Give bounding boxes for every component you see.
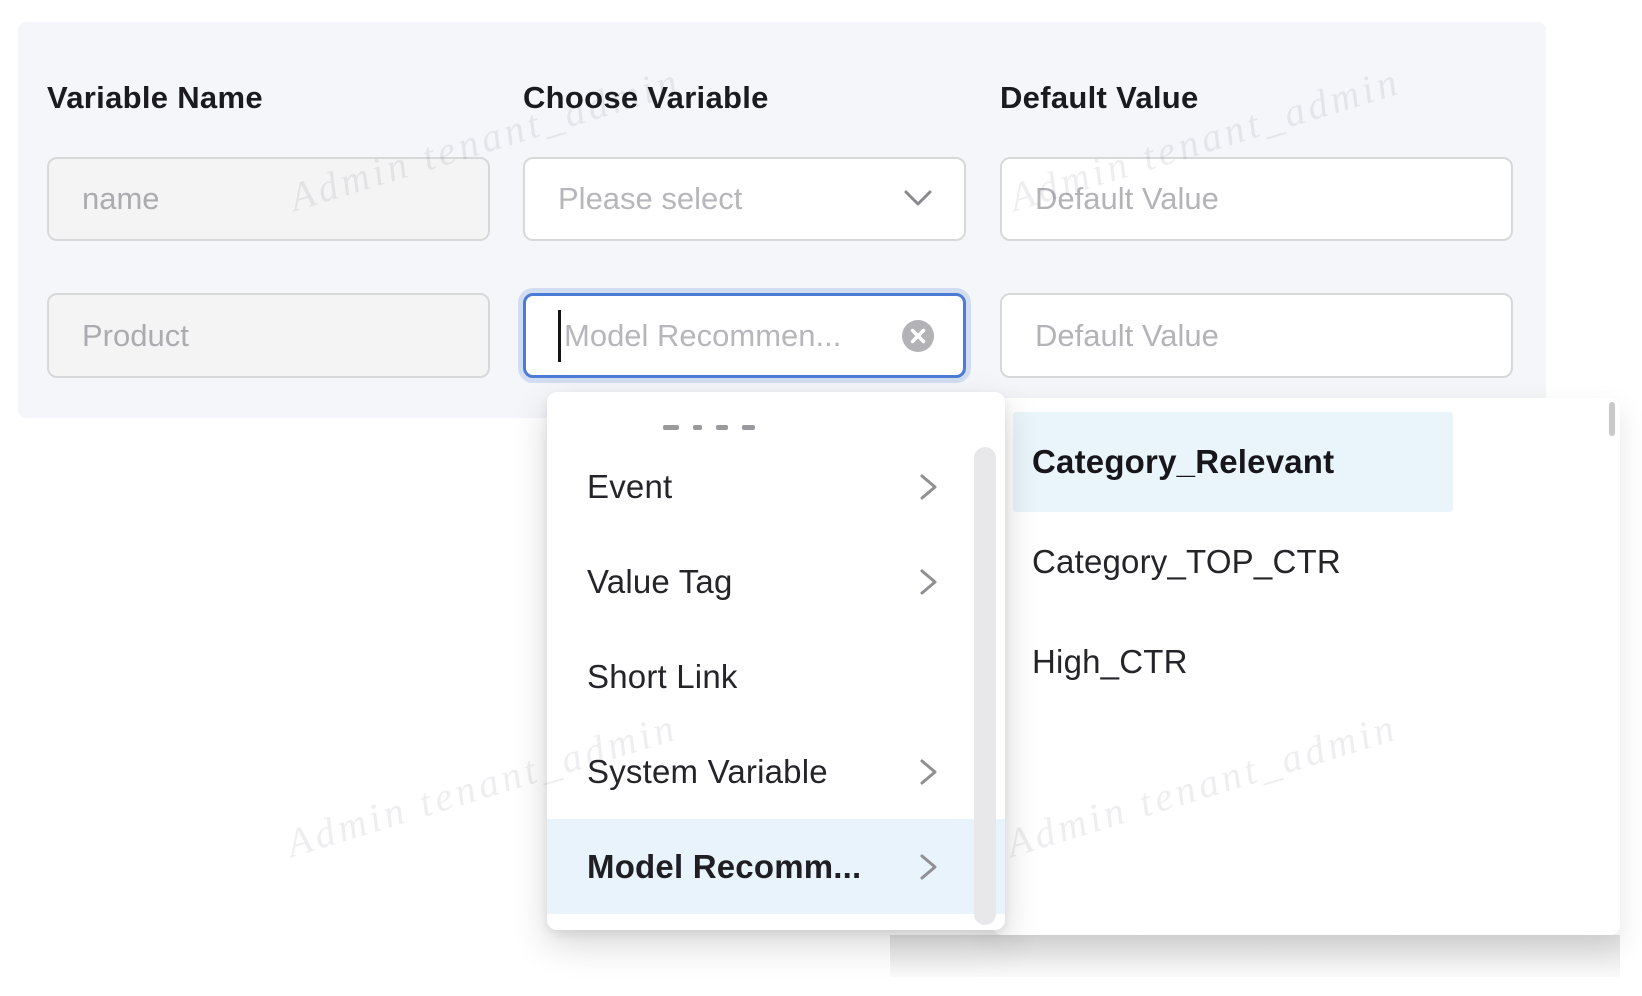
submenu-item-label: High_CTR	[1032, 643, 1188, 681]
menu-item-value-tag[interactable]: Value Tag	[547, 534, 1005, 629]
select-placeholder-text: Please select	[558, 181, 742, 217]
chevron-right-icon	[918, 566, 939, 598]
clipped-menu-item[interactable]	[547, 392, 1005, 439]
clear-icon[interactable]	[901, 319, 935, 353]
menu-item-label: System Variable	[587, 753, 828, 791]
submenu-item-category-relevant[interactable]: Category_Relevant	[1013, 412, 1453, 512]
menu-item-label: Model Recomm...	[587, 848, 861, 886]
menu-item-label: Event	[587, 468, 672, 506]
cascader-submenu: Category_Relevant Category_TOP_CTR High_…	[992, 398, 1620, 935]
choose-variable-select-row1[interactable]: Please select	[523, 157, 966, 241]
cascader-menu: Event Value Tag Short Link S	[547, 392, 1005, 930]
chevron-down-icon	[902, 189, 934, 209]
default-value-input-row1[interactable]	[1000, 157, 1513, 241]
menu-item-short-link[interactable]: Short Link	[547, 629, 1005, 724]
menu-item-system-variable[interactable]: System Variable	[547, 724, 1005, 819]
submenu-item-category-top-ctr[interactable]: Category_TOP_CTR	[992, 512, 1620, 612]
submenu-item-high-ctr[interactable]: High_CTR	[992, 612, 1620, 712]
form-panel: Variable Name Choose Variable Default Va…	[18, 22, 1546, 418]
chevron-right-icon	[918, 851, 939, 883]
cascader-menu-list: Event Value Tag Short Link S	[547, 392, 1005, 914]
menu-scrollbar-thumb[interactable]	[974, 447, 996, 925]
menu-item-event[interactable]: Event	[547, 439, 1005, 534]
screen: Variable Name Choose Variable Default Va…	[0, 0, 1642, 996]
menu-item-model-recomm[interactable]: Model Recomm...	[547, 819, 1005, 914]
select-value-text: Model Recommen...	[564, 318, 841, 354]
column-label-variable-name: Variable Name	[47, 80, 263, 116]
variable-name-input-row2[interactable]	[47, 293, 490, 378]
default-value-input-row2[interactable]	[1000, 293, 1513, 378]
clipped-item-text-fragment	[663, 400, 769, 406]
submenu-item-label: Category_TOP_CTR	[1032, 543, 1341, 581]
menu-item-label: Value Tag	[587, 563, 733, 601]
column-label-choose-variable: Choose Variable	[523, 80, 769, 116]
choose-variable-select-row2[interactable]: Model Recommen...	[523, 293, 966, 378]
menu-item-label: Short Link	[587, 658, 738, 696]
column-label-default-value: Default Value	[1000, 80, 1199, 116]
submenu-scrollbar-thumb[interactable]	[1609, 402, 1615, 436]
chevron-right-icon	[918, 471, 939, 503]
text-cursor	[558, 310, 561, 362]
page-bottom-strip	[890, 935, 1620, 977]
chevron-right-icon	[918, 756, 939, 788]
variable-name-input-row1[interactable]	[47, 157, 490, 241]
submenu-item-label: Category_Relevant	[1032, 443, 1334, 481]
